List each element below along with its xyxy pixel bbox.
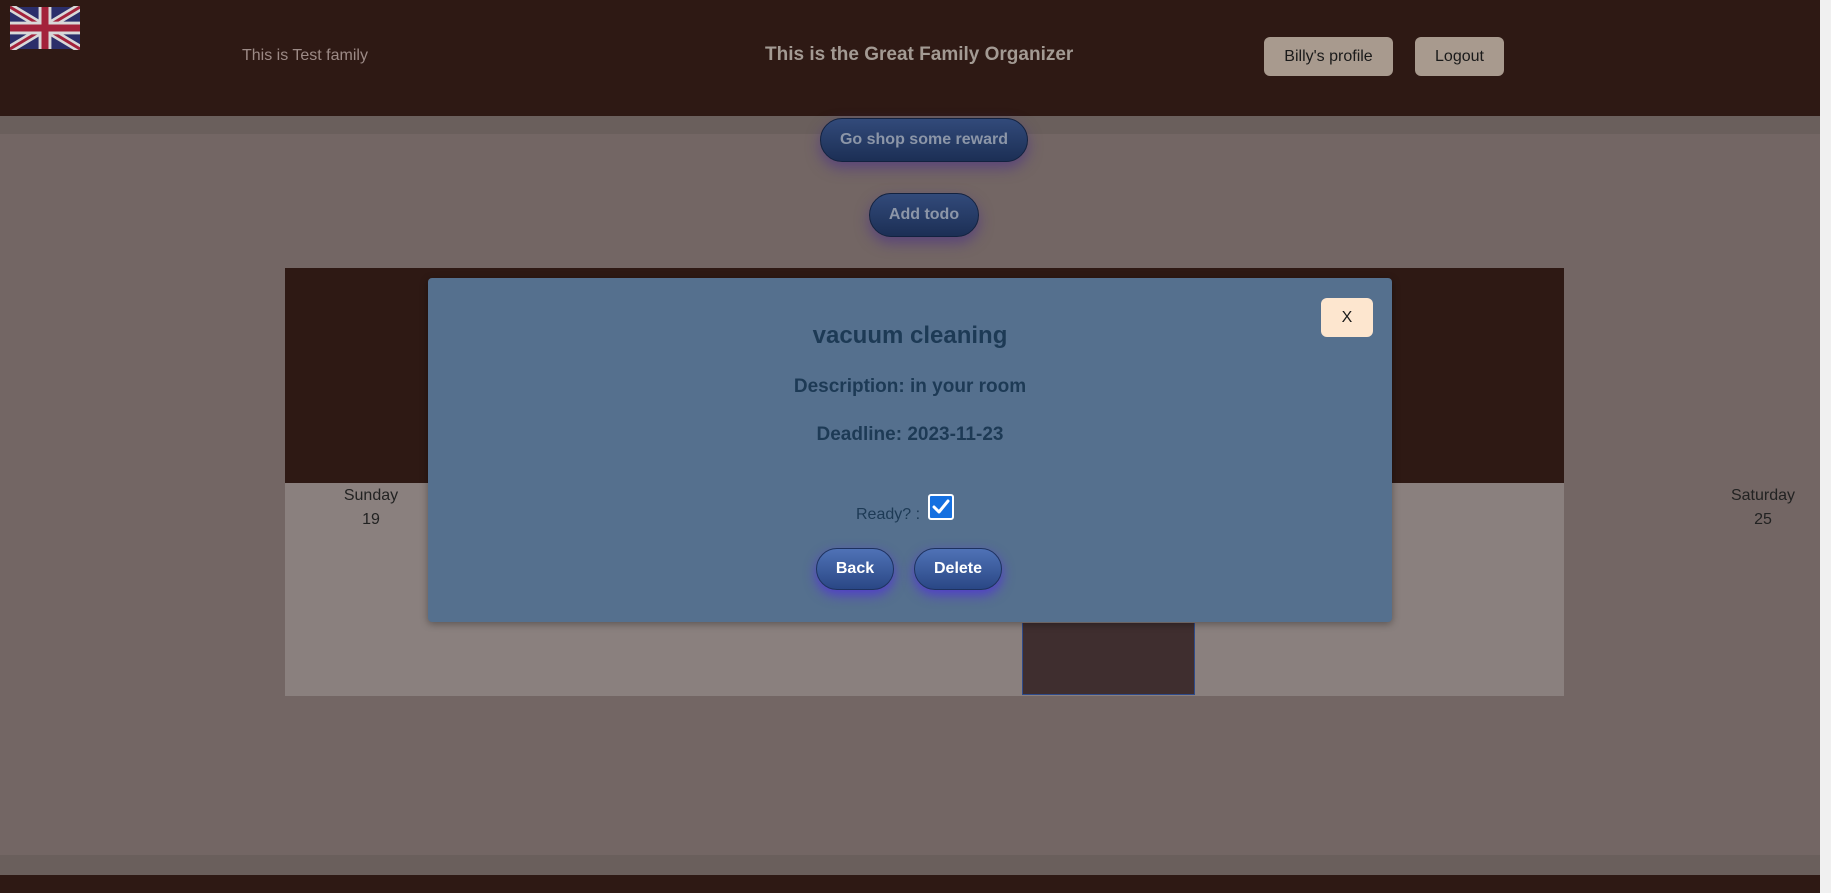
delete-button[interactable]: Delete <box>914 548 1002 590</box>
ready-row: Ready? : <box>856 490 955 524</box>
profile-button[interactable]: Billy's profile <box>1264 37 1393 76</box>
shop-reward-button[interactable]: Go shop some reward <box>820 118 1028 162</box>
add-todo-button[interactable]: Add todo <box>869 193 979 237</box>
checkmark-icon <box>932 499 950 514</box>
day-date: 25 <box>1754 511 1772 528</box>
todo-description: Description: in your room <box>793 376 1027 397</box>
footer-band <box>0 855 1820 875</box>
family-name: This is Test family <box>242 47 368 64</box>
top-header: This is Test family This is the Great Fa… <box>0 0 1820 116</box>
back-button[interactable]: Back <box>816 548 894 590</box>
app-title: This is the Great Family Organizer <box>765 44 1074 65</box>
scrollbar[interactable] <box>1820 0 1831 893</box>
todo-deadline: Deadline: 2023-11-23 <box>816 424 1004 445</box>
ready-label: Ready? : <box>856 506 921 523</box>
today-cell[interactable] <box>1022 623 1195 695</box>
footer <box>0 875 1820 893</box>
logout-button[interactable]: Logout <box>1415 37 1504 76</box>
todo-title: vacuum cleaning <box>812 322 1008 349</box>
day-saturday[interactable]: Saturday 25 <box>1677 484 1831 532</box>
uk-flag-icon[interactable] <box>10 6 80 50</box>
ready-checkbox[interactable] <box>928 494 955 520</box>
todo-detail-modal: X vacuum cleaning Description: in your r… <box>428 278 1392 622</box>
day-name: Saturday <box>1730 487 1796 504</box>
